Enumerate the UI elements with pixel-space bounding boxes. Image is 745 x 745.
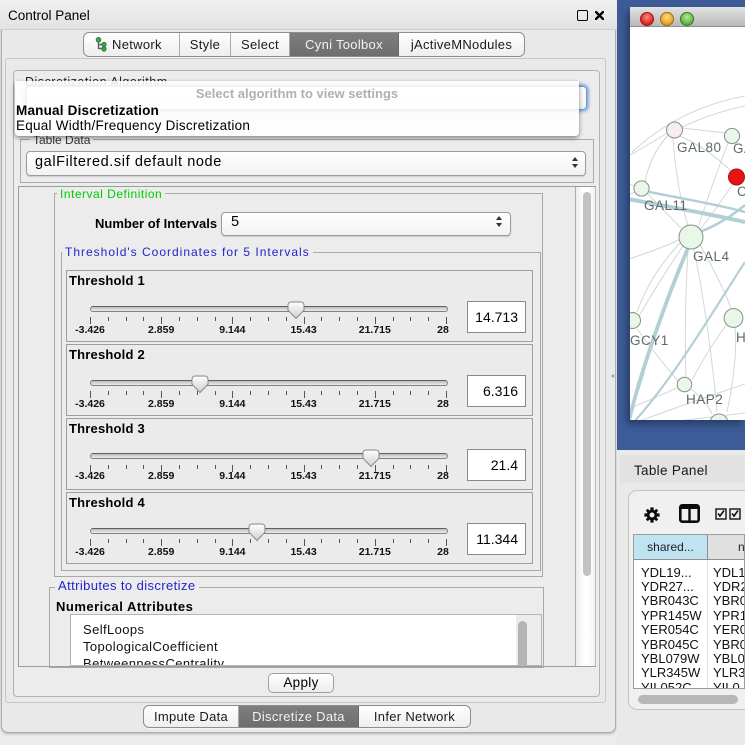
svg-text:GAL4: GAL4 [693,249,730,264]
svg-text:GAL11: GAL11 [644,198,688,213]
svg-text:GA: GA [733,141,745,156]
svg-text:GAL80: GAL80 [677,140,722,155]
svg-text:H: H [736,330,745,345]
svg-text:HAP2: HAP2 [686,392,723,407]
svg-text:C: C [737,184,745,199]
svg-text:GCY1: GCY1 [630,333,669,348]
